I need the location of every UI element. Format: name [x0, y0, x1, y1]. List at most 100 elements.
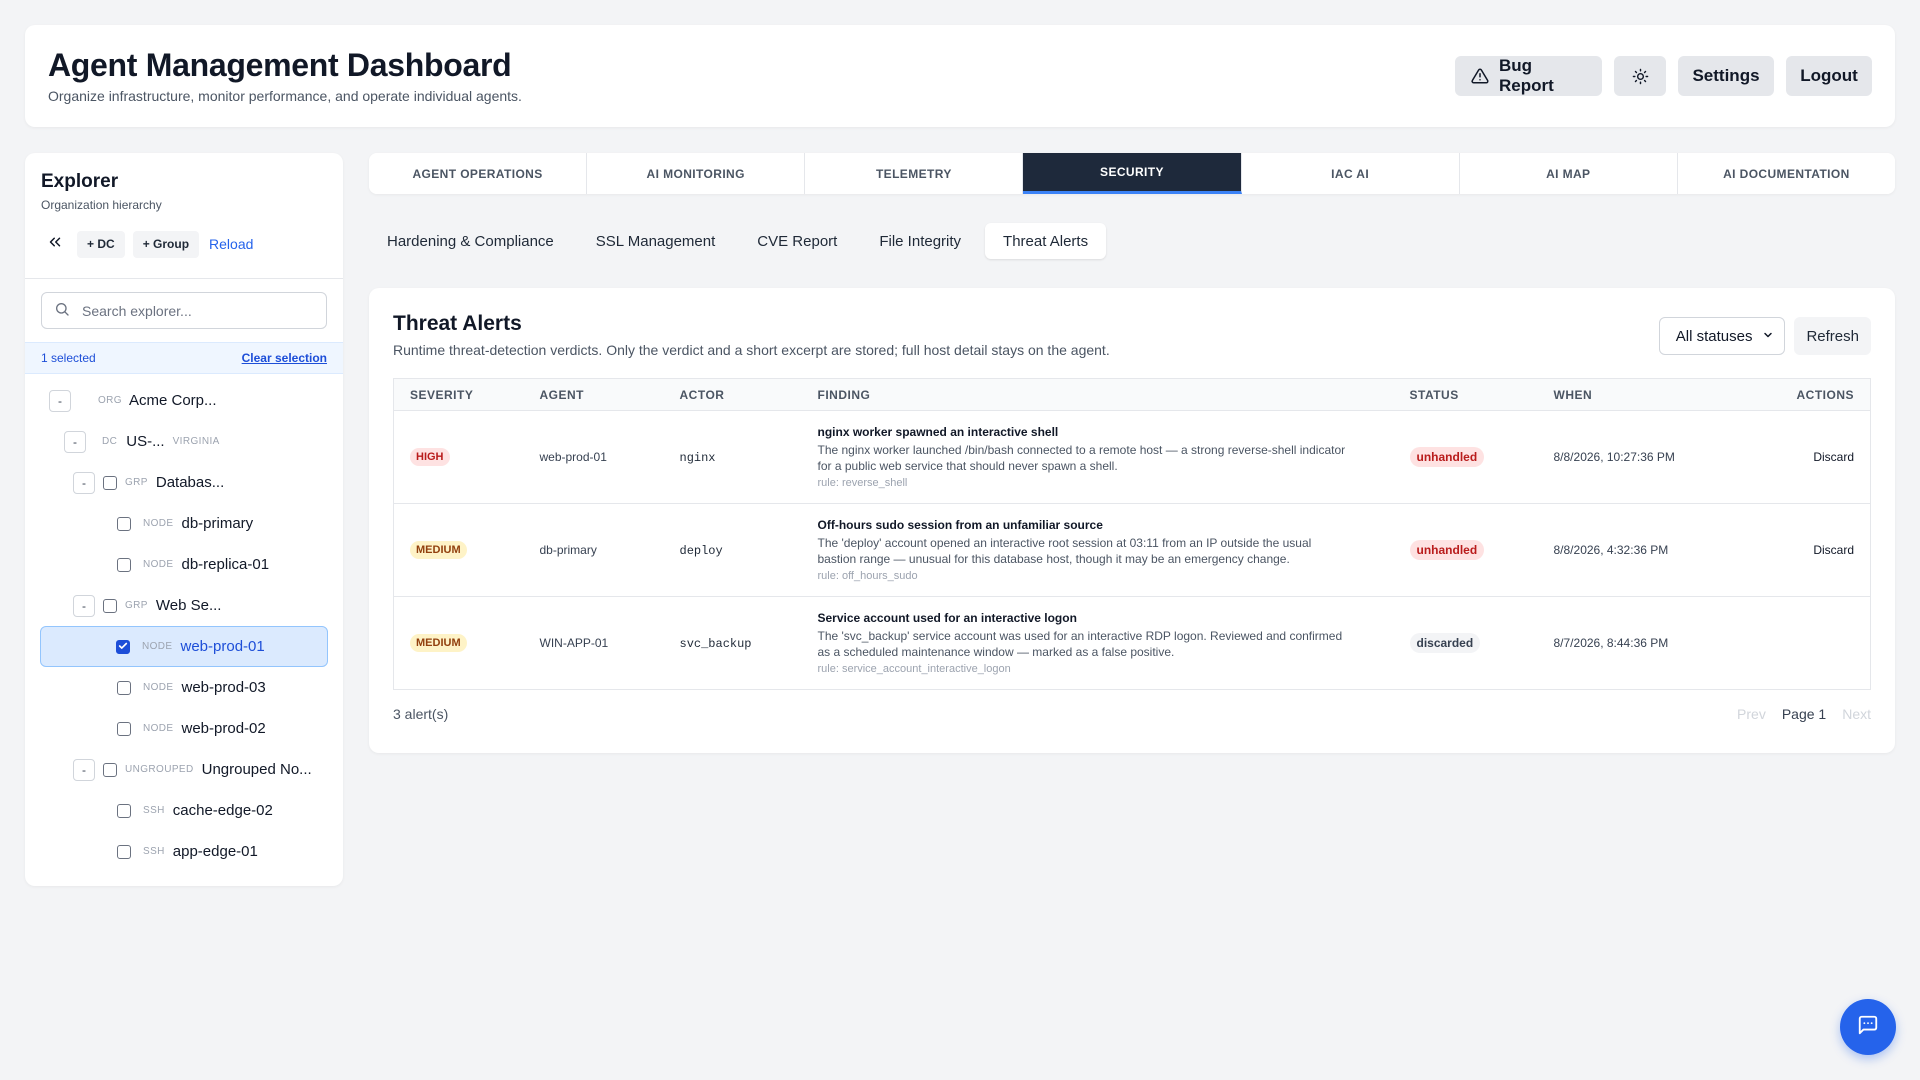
- status-badge: unhandled: [1409, 447, 1485, 467]
- subtab-file-integrity[interactable]: File Integrity: [861, 223, 979, 259]
- node-name: Web Se...: [155, 597, 222, 614]
- search-icon: [54, 301, 70, 320]
- discard-button[interactable]: Discard: [1813, 450, 1854, 464]
- main-tabs: AGENT OPERATIONS AI MONITORING TELEMETRY…: [369, 153, 1895, 194]
- tab-telemetry[interactable]: TELEMETRY: [805, 153, 1024, 194]
- node-checkbox[interactable]: [103, 475, 117, 490]
- node-name: cache-edge-02: [172, 802, 273, 819]
- column-header[interactable]: ACTOR: [663, 378, 802, 411]
- agent-cell: web-prod-01: [523, 410, 664, 504]
- discard-button[interactable]: Discard: [1813, 543, 1854, 557]
- severity-badge: MEDIUM: [410, 634, 467, 652]
- node-name: app-edge-01: [172, 843, 258, 860]
- add-dc-button[interactable]: + DC: [77, 230, 125, 258]
- collapse-toggle[interactable]: -: [64, 430, 86, 453]
- node-name: web-prod-01: [180, 638, 265, 655]
- collapse-toggle[interactable]: -: [73, 758, 95, 781]
- finding-rule: rule: off_hours_sudo: [817, 570, 918, 582]
- alerts-table: SEVERITY AGENT ACTOR FINDING STATUS WHEN…: [393, 378, 1871, 690]
- node-name: Databas...: [155, 474, 225, 491]
- subtab-cve-report[interactable]: CVE Report: [739, 223, 855, 259]
- tree-item[interactable]: - GRP Databas...: [40, 462, 328, 503]
- tree-item[interactable]: - ORG Acme Corp...: [40, 380, 328, 421]
- node-kind: DC: [102, 436, 118, 447]
- tab-ai-map[interactable]: AI MAP: [1459, 153, 1678, 194]
- agent-cell: WIN-APP-01: [523, 596, 664, 690]
- pagination: Prev Page 1 Next: [1737, 706, 1871, 722]
- collapse-toggle[interactable]: -: [49, 389, 71, 412]
- column-header[interactable]: ACTIONS: [1777, 378, 1871, 411]
- node-name: US-...: [126, 433, 165, 450]
- table-row[interactable]: HIGH web-prod-01 nginx nginx worker spaw…: [393, 410, 1871, 504]
- tree-item[interactable]: SSH cache-edge-02: [40, 790, 328, 831]
- clear-selection-link[interactable]: Clear selection: [242, 351, 327, 365]
- collapse-toggle[interactable]: -: [73, 594, 95, 617]
- tree-item[interactable]: - GRP Web Se...: [40, 585, 328, 626]
- subtab-hardening-compliance[interactable]: Hardening & Compliance: [369, 223, 572, 259]
- node-checkbox[interactable]: [103, 598, 117, 613]
- node-kind: GRP: [125, 477, 148, 488]
- column-header[interactable]: SEVERITY: [393, 378, 524, 411]
- tab-agent-operations[interactable]: AGENT OPERATIONS: [369, 153, 588, 194]
- column-header[interactable]: FINDING: [801, 378, 1394, 411]
- tree-item[interactable]: NODE db-primary: [40, 503, 328, 544]
- node-kind: NODE: [142, 641, 173, 652]
- prev-page-button[interactable]: Prev: [1737, 706, 1766, 722]
- tab-ai-documentation[interactable]: AI DOCUMENTATION: [1677, 153, 1895, 194]
- chat-button[interactable]: [1840, 999, 1896, 1055]
- table-row[interactable]: MEDIUM WIN-APP-01 svc_backup Service acc…: [393, 596, 1871, 690]
- theme-toggle-button[interactable]: [1614, 56, 1666, 96]
- tab-security[interactable]: SECURITY: [1023, 153, 1242, 194]
- node-name: db-primary: [181, 515, 254, 532]
- finding-rule: rule: reverse_shell: [817, 477, 908, 489]
- column-header[interactable]: WHEN: [1537, 378, 1778, 411]
- search-input[interactable]: Search explorer...: [41, 292, 327, 329]
- selection-bar: 1 selected Clear selection: [25, 342, 343, 374]
- tree-item[interactable]: SSH app-edge-01: [40, 831, 328, 872]
- logout-button[interactable]: Logout: [1786, 56, 1872, 96]
- node-checkbox-checked[interactable]: [116, 639, 130, 654]
- tab-iac-ai[interactable]: IAC AI: [1241, 153, 1460, 194]
- refresh-button[interactable]: Refresh: [1794, 317, 1871, 355]
- node-checkbox[interactable]: [103, 762, 117, 777]
- column-header[interactable]: AGENT: [523, 378, 664, 411]
- actor-cell: nginx: [679, 450, 716, 465]
- chevron-down-icon: [1762, 328, 1774, 345]
- tree-item[interactable]: NODE db-replica-01: [40, 544, 328, 585]
- tree-item[interactable]: NODE web-prod-02: [40, 708, 328, 749]
- node-kind: GRP: [125, 600, 148, 611]
- search-placeholder: Search explorer...: [82, 302, 192, 319]
- table-row[interactable]: MEDIUM db-primary deploy Off-hours sudo …: [393, 503, 1871, 597]
- explorer-title: Explorer: [41, 171, 119, 192]
- tree-item-selected[interactable]: NODE web-prod-01: [40, 626, 328, 667]
- bug-report-button[interactable]: Bug Report: [1455, 56, 1602, 96]
- node-kind: NODE: [143, 518, 174, 529]
- column-header[interactable]: STATUS: [1393, 378, 1538, 411]
- finding-rule: rule: service_account_interactive_logon: [817, 663, 1011, 675]
- subtab-ssl-management[interactable]: SSL Management: [578, 223, 734, 259]
- collapse-toggle[interactable]: -: [73, 471, 95, 494]
- status-badge: discarded: [1409, 633, 1481, 653]
- severity-badge: MEDIUM: [410, 541, 467, 559]
- node-checkbox[interactable]: [117, 680, 131, 695]
- node-checkbox[interactable]: [117, 803, 131, 818]
- subtab-threat-alerts[interactable]: Threat Alerts: [985, 223, 1107, 259]
- node-checkbox[interactable]: [117, 516, 131, 531]
- tree-item[interactable]: - UNGROUPED Ungrouped No...: [40, 749, 328, 790]
- tree-item[interactable]: NODE web-prod-03: [40, 667, 328, 708]
- finding-description: The 'deploy' account opened an interacti…: [817, 536, 1312, 566]
- bug-report-label: Bug Report: [1499, 56, 1554, 95]
- node-checkbox[interactable]: [117, 721, 131, 736]
- status-badge: unhandled: [1409, 540, 1485, 560]
- node-kind: UNGROUPED: [125, 764, 194, 775]
- next-page-button[interactable]: Next: [1842, 706, 1871, 722]
- node-checkbox[interactable]: [117, 557, 131, 572]
- tree-item[interactable]: - DC US-... VIRGINIA: [40, 421, 328, 462]
- reload-link[interactable]: Reload: [209, 236, 253, 252]
- add-group-button[interactable]: + Group: [132, 230, 200, 258]
- tab-ai-monitoring[interactable]: AI MONITORING: [587, 153, 806, 194]
- status-filter-select[interactable]: All statuses: [1658, 317, 1786, 355]
- node-checkbox[interactable]: [117, 844, 131, 859]
- settings-button[interactable]: Settings: [1678, 56, 1774, 96]
- collapse-sidebar-button[interactable]: [41, 230, 69, 258]
